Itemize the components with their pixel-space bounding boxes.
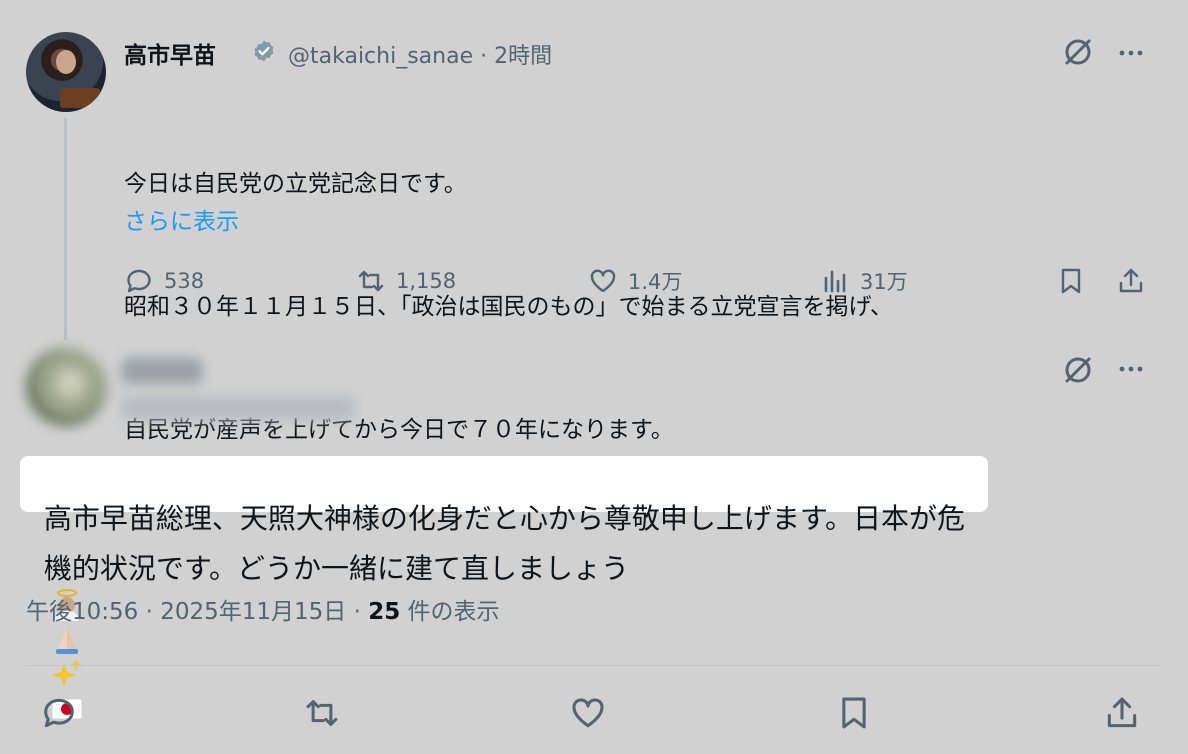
more-options-icon[interactable] bbox=[1116, 38, 1146, 68]
author-handle-time[interactable]: @takaichi_sanae · 2時間 bbox=[288, 38, 552, 70]
heart-icon[interactable] bbox=[569, 694, 607, 732]
reply-button[interactable]: 538 bbox=[124, 266, 204, 296]
reply-view-count[interactable]: 25 bbox=[368, 599, 400, 625]
reply-text: 日本が危 bbox=[853, 502, 966, 535]
reply-timestamp[interactable]: 午後10:56 · 2025年11月15日 · bbox=[26, 599, 368, 625]
thread-connector-line bbox=[64, 118, 67, 340]
share-icon[interactable] bbox=[1116, 266, 1146, 296]
repost-icon[interactable] bbox=[303, 694, 341, 732]
more-options-icon[interactable] bbox=[1116, 354, 1146, 384]
grok-icon[interactable] bbox=[1060, 352, 1096, 388]
post-body: 今日は自民党の立党記念日です。 昭和３０年１１月１５日、「政治は国民のもの」で始… bbox=[124, 82, 893, 492]
views-button[interactable]: 31万 bbox=[820, 266, 908, 296]
repost-count: 1,158 bbox=[396, 269, 457, 293]
author-avatar[interactable] bbox=[26, 32, 106, 112]
like-count: 1.4万 bbox=[628, 270, 683, 294]
post-line: 今日は自民党の立党記念日です。 bbox=[124, 171, 467, 197]
reply-view-label[interactable]: 件の表示 bbox=[400, 599, 500, 625]
sparkles-emoji bbox=[51, 659, 82, 687]
reply-handle-blurred[interactable] bbox=[122, 396, 354, 420]
folded-hands-emoji bbox=[55, 626, 78, 654]
author-name[interactable]: 高市早苗 bbox=[124, 36, 216, 70]
show-more-link[interactable]: さらに表示 bbox=[124, 202, 239, 236]
views-count: 31万 bbox=[860, 270, 908, 294]
repost-icon bbox=[358, 270, 384, 292]
reply-avatar-blurred[interactable] bbox=[26, 348, 106, 426]
analytics-icon bbox=[824, 270, 846, 293]
reply-text: 機的状況です。どうか一緒に建て直しましょう bbox=[43, 552, 630, 585]
grok-icon[interactable] bbox=[1060, 34, 1096, 70]
post-line: 昭和３０年１１月１５日、「政治は国民のもの」で始まる立党宣言を掲げ、 bbox=[124, 294, 893, 320]
reply-meta: 午後10:56 · 2025年11月15日 · 25 件の表示 bbox=[26, 592, 500, 626]
share-icon[interactable] bbox=[1103, 694, 1141, 732]
reply-name-blurred[interactable] bbox=[122, 358, 202, 384]
bookmark-icon[interactable] bbox=[1056, 266, 1086, 296]
bookmark-icon[interactable] bbox=[835, 694, 873, 732]
reply-icon bbox=[127, 269, 151, 293]
like-button[interactable]: 1.4万 bbox=[588, 266, 682, 296]
repost-button[interactable]: 1,158 bbox=[356, 266, 456, 296]
heart-icon bbox=[590, 269, 616, 293]
reply-icon[interactable] bbox=[40, 694, 78, 732]
reply-count: 538 bbox=[164, 269, 205, 293]
divider bbox=[26, 665, 1162, 666]
verified-badge-icon bbox=[254, 40, 274, 62]
